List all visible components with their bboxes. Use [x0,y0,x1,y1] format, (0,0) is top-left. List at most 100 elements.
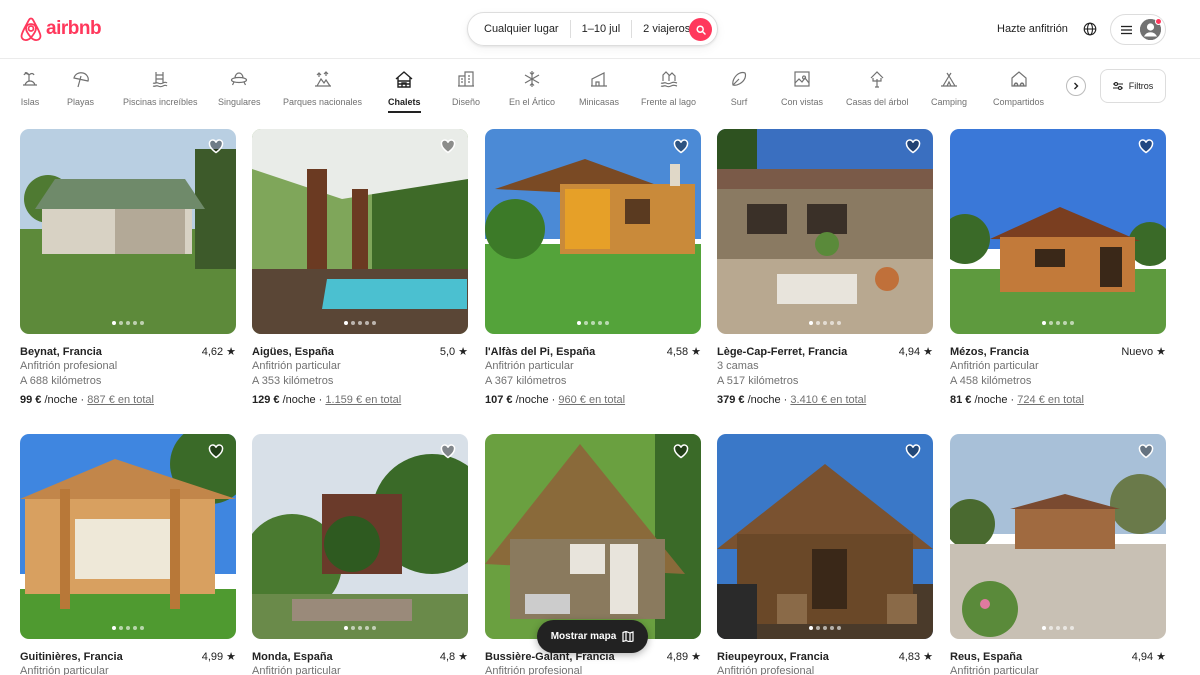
star-icon: ★ [1156,651,1166,663]
category-camping[interactable]: Camping [931,69,967,115]
language-button[interactable] [1083,22,1097,41]
listing-card[interactable]: Aigües, España 5,0 ★ Anfitrión particular … [252,129,468,408]
listing-total-link[interactable]: 887 € en total [87,394,154,406]
listing-price: 129 € /noche · 1.159 € en total [252,394,402,406]
garden-house-photo-image [252,434,468,639]
category-minicasas[interactable]: Minicasas [579,69,619,115]
listing-location: Aigües, España [252,345,334,358]
listing-card[interactable]: Mézos, Francia Nuevo ★ Anfitrión particula… [950,129,1166,408]
favorite-heart-button[interactable] [208,139,224,159]
listing-location: Reus, España [950,650,1023,663]
category-surf[interactable]: Surf [729,69,749,115]
heart-icon [208,139,224,154]
category-artico[interactable]: En el Ártico [509,69,555,115]
listing-photo[interactable] [717,434,933,639]
favorite-heart-button[interactable] [440,139,456,159]
star-icon: ★ [458,651,468,663]
map-icon [622,631,634,642]
search-icon [695,24,706,35]
listing-photo[interactable] [950,129,1166,334]
listing-price: 379 € /noche · 3.410 € en total [717,394,867,406]
category-lago[interactable]: Frente al lago [641,69,696,115]
listing-total-link[interactable]: 960 € en total [558,394,625,406]
show-map-button[interactable]: Mostrar mapa [537,620,648,653]
listing-total-link[interactable]: 3.410 € en total [790,394,866,406]
category-islas[interactable]: Islas [20,69,40,115]
heart-icon [1138,444,1154,459]
category-chalets[interactable]: Chalets [388,69,421,115]
listing-photo[interactable] [485,434,701,639]
favorite-heart-button[interactable] [208,444,224,464]
favorite-heart-button[interactable] [1138,444,1154,464]
category-arbol[interactable]: Casas del árbol [846,69,909,115]
favorite-heart-button[interactable] [905,444,921,464]
search-where[interactable]: Cualquier lugar [468,21,570,37]
category-parques[interactable]: Parques nacionales [283,69,362,115]
search-when[interactable]: 1–10 jul [571,21,632,37]
treehouse-icon [867,69,887,89]
category-piscinas[interactable]: Piscinas increíbles [123,69,198,115]
category-diseno[interactable]: Diseño [452,69,480,115]
favorite-heart-button[interactable] [440,444,456,464]
user-menu-button[interactable] [1110,14,1166,45]
listing-host-type: Anfitrión particular [485,360,574,372]
hamburger-menu-icon [1121,25,1132,34]
star-icon: ★ [458,346,468,358]
star-icon: ★ [226,651,236,663]
listing-card[interactable]: Monda, España 4,8 ★ Anfitrión particular [252,434,468,675]
listing-card[interactable]: Lège-Cap-Ferret, Francia 4,94 ★ 3 camas A … [717,129,933,408]
camping-icon [939,69,959,89]
photo-carousel-dots [717,626,933,630]
logo-text: airbnb [46,18,102,39]
listing-card[interactable]: Reus, España 4,94 ★ Anfitrión particular [950,434,1166,675]
filters-icon [1112,81,1123,91]
beach-umbrella-icon [71,69,91,89]
listing-photo[interactable] [20,434,236,639]
become-host-link[interactable]: Hazte anfitrión [997,23,1068,35]
listing-total-link[interactable]: 724 € en total [1017,394,1084,406]
filters-button[interactable]: Filtros [1100,69,1166,103]
listing-host-type: Anfitrión particular [950,665,1039,675]
listing-price: 81 € /noche · 724 € en total [950,394,1084,406]
listing-location: l'Alfàs del Pi, España [485,345,596,358]
airbnb-logo-icon [20,17,42,41]
search-button[interactable] [689,18,712,41]
listing-rating: 4,89 ★ [666,650,701,664]
category-compartidos[interactable]: Compartidos [993,69,1044,115]
favorite-heart-button[interactable] [1138,139,1154,159]
favorite-heart-button[interactable] [673,139,689,159]
listing-beds: 3 camas [717,360,759,372]
listing-distance: A 688 kilómetros [20,375,102,387]
listing-photo[interactable] [20,129,236,334]
listing-price: 107 € /noche · 960 € en total [485,394,626,406]
category-playas[interactable]: Playas [67,69,94,115]
listing-photo[interactable] [252,129,468,334]
listing-card[interactable]: Guitinières, Francia 4,99 ★ Anfitrión part… [20,434,236,675]
category-vistas[interactable]: Con vistas [781,69,823,115]
photo-carousel-dots [950,321,1166,325]
listing-price: 99 € /noche · 887 € en total [20,394,154,406]
listing-host-type: Anfitrión profesional [20,360,118,372]
listing-total-link[interactable]: 1.159 € en total [325,394,401,406]
listing-location: Mézos, Francia [950,345,1029,358]
top-header: airbnb Cualquier lugar 1–10 jul 2 viajer… [0,0,1200,59]
listing-card[interactable]: l'Alfàs del Pi, España 4,58 ★ Anfitrión pa… [485,129,701,408]
listing-card[interactable]: Beynat, Francia 4,62 ★ Anfitrión profesion… [20,129,236,408]
category-singulares[interactable]: Singulares [218,69,261,115]
listing-rating: Nuevo ★ [1121,345,1166,359]
listing-photo[interactable] [485,129,701,334]
listing-card[interactable]: Rieupeyroux, Francia 4,83 ★ Anfitrión prof… [717,434,933,675]
favorite-heart-button[interactable] [905,139,921,159]
listing-host-type: Anfitrión particular [950,360,1039,372]
photo-carousel-dots [950,626,1166,630]
airbnb-logo[interactable]: airbnb [20,17,102,41]
categories-next-button[interactable] [1066,76,1086,96]
search-bar[interactable]: Cualquier lugar 1–10 jul 2 viajeros [467,12,718,46]
log-cabin-photo-image [950,129,1166,334]
listing-photo[interactable] [950,434,1166,639]
heart-icon [440,444,456,459]
listing-photo[interactable] [252,434,468,639]
favorite-heart-button[interactable] [673,444,689,464]
lake-icon [659,69,679,89]
listing-photo[interactable] [717,129,933,334]
